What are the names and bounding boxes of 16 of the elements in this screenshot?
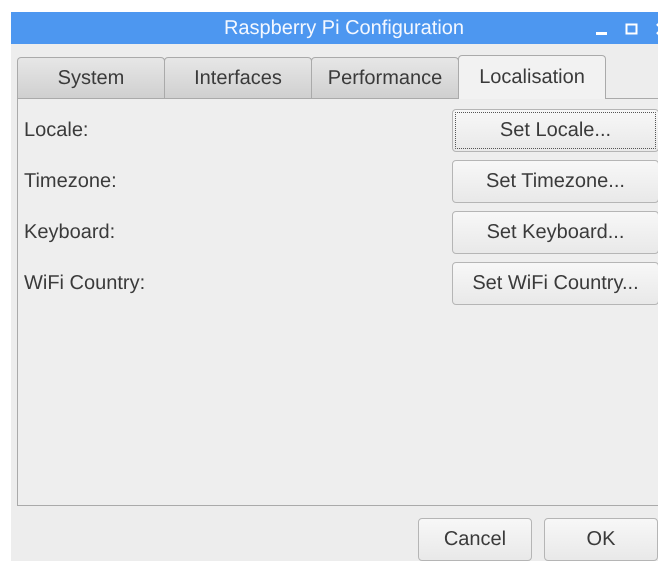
tab[interactable]: System [17,57,165,98]
setting-label: Keyboard: [24,221,116,244]
tab[interactable]: Localisation [458,55,606,99]
set-button[interactable]: Set WiFi Country... [452,262,658,305]
cancel-button[interactable]: Cancel [418,518,532,561]
tab[interactable]: Performance [311,57,459,98]
tab[interactable]: Interfaces [164,57,312,98]
setting-label: Locale: [24,119,88,142]
setting-label: Timezone: [24,170,117,193]
maximize-icon[interactable] [625,22,639,36]
window-title: Raspberry Pi Configuration [224,16,464,40]
set-button[interactable]: Set Locale... [452,109,658,152]
set-button[interactable]: Set Timezone... [452,160,658,203]
setting-label: WiFi Country: [24,272,146,295]
ok-button[interactable]: OK [544,518,658,561]
set-button[interactable]: Set Keyboard... [452,211,658,254]
